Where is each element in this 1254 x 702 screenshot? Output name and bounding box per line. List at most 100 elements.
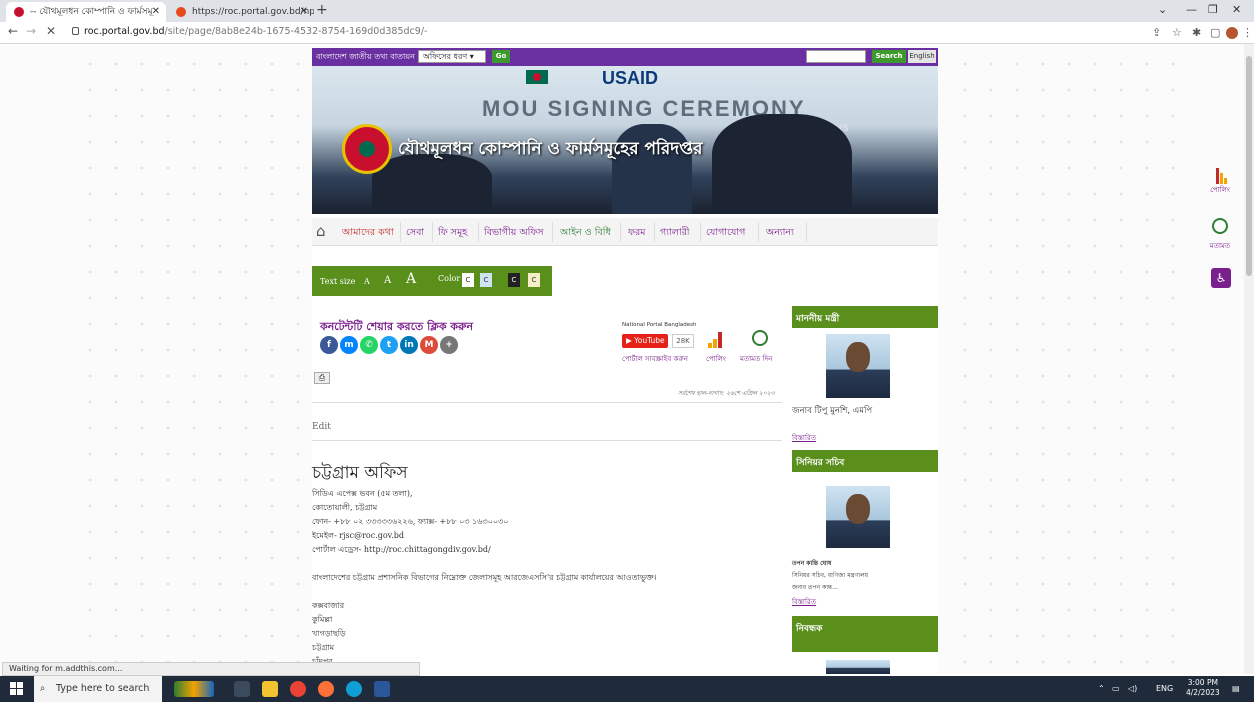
- english-button[interactable]: English: [908, 50, 936, 63]
- url-field[interactable]: roc.portal.gov.bd/site/page/8ab8e24b-167…: [84, 26, 427, 37]
- feedback-link[interactable]: মতামত দিন: [740, 353, 772, 365]
- tray-chevron-icon[interactable]: ⌃: [1098, 684, 1105, 693]
- browser-status-bar: Waiting for m.addthis.com...: [2, 662, 420, 676]
- firefox-icon[interactable]: [318, 681, 334, 697]
- minister-details-link[interactable]: বিস্তারিত: [792, 432, 816, 444]
- close-tab-icon[interactable]: ✕: [152, 2, 160, 22]
- menu-item-about[interactable]: আমাদের কথা: [342, 226, 394, 241]
- more-share-icon[interactable]: +: [440, 336, 458, 354]
- national-portal-label: National Portal Bangladesh: [622, 322, 697, 328]
- menu-kebab-icon[interactable]: ⋮: [1242, 26, 1253, 39]
- menu-item-fees[interactable]: ফি সমূহ: [438, 226, 467, 241]
- whatsapp-icon[interactable]: ✆: [360, 336, 378, 354]
- color-yellow-button[interactable]: C: [528, 273, 540, 287]
- twitter-icon[interactable]: t: [380, 336, 398, 354]
- district-item: কক্সবাজার: [312, 601, 345, 610]
- menu-item-contact[interactable]: যোগাযোগ: [706, 226, 745, 241]
- sidebar-toggle-icon[interactable]: ▢: [1210, 26, 1220, 39]
- last-updated: সর্বশেষ হাল-নাগাদ: ২৬শে এপ্রিল ২০২৩: [678, 390, 775, 397]
- extensions-icon[interactable]: ✱: [1192, 26, 1201, 39]
- taskbar-search-input[interactable]: ⌕ Type here to search: [34, 676, 162, 702]
- word-icon[interactable]: [374, 681, 390, 697]
- menu-divider: [758, 222, 759, 242]
- accessibility-bar: Text size A A A Color C C C C: [312, 266, 552, 296]
- task-view-icon[interactable]: [234, 681, 250, 697]
- office-type-select[interactable]: অফিসের ধরণ ▾: [418, 50, 486, 63]
- divider: [312, 440, 782, 441]
- secretary-details-link[interactable]: বিস্তারিত: [792, 596, 816, 608]
- network-icon[interactable]: ▭: [1112, 684, 1120, 693]
- menu-item-services[interactable]: সেবা: [406, 226, 424, 241]
- tab-search-icon[interactable]: ⌄: [1158, 3, 1167, 16]
- facebook-icon[interactable]: f: [320, 336, 338, 354]
- linkedin-icon[interactable]: in: [400, 336, 418, 354]
- site-title[interactable]: যৌথমূলধন কোম্পানি ও ফার্মসমূহের পরিদপ্তর: [398, 136, 702, 164]
- scroll-thumb[interactable]: [1246, 56, 1252, 276]
- search-button[interactable]: Search: [872, 50, 906, 63]
- go-button[interactable]: Go: [492, 50, 510, 63]
- volume-icon[interactable]: ◁): [1128, 684, 1137, 693]
- poll-link[interactable]: পোলিং: [706, 353, 726, 365]
- page-scrollbar[interactable]: [1244, 44, 1254, 674]
- news-widget-icon[interactable]: [174, 681, 214, 697]
- menu-item-divisional-offices[interactable]: বিভাগীয় অফিস: [484, 226, 544, 241]
- taskbar-clock[interactable]: 3:00 PM 4/2/2023: [1186, 678, 1220, 698]
- poll-icon[interactable]: [708, 332, 726, 348]
- text-size-label: Text size: [320, 277, 356, 286]
- home-icon[interactable]: ⌂: [316, 222, 326, 240]
- bookmark-star-icon[interactable]: ☆: [1172, 26, 1182, 39]
- minimize-icon[interactable]: —: [1186, 3, 1197, 16]
- page-title: চট্টগ্রাম অফিস: [312, 463, 408, 483]
- floating-feedback-widget[interactable]: মতামত: [1200, 218, 1240, 252]
- menu-item-laws[interactable]: আইন ও বিধি: [560, 226, 611, 241]
- stop-icon[interactable]: ✕: [46, 24, 56, 38]
- close-tab-icon[interactable]: ✕: [300, 2, 308, 22]
- file-explorer-icon[interactable]: [262, 681, 278, 697]
- menu-item-forms[interactable]: ফরম: [628, 226, 645, 241]
- feedback-icon[interactable]: [752, 330, 768, 346]
- floating-feedback-label: মতামত: [1209, 242, 1231, 250]
- color-blue-button[interactable]: C: [480, 273, 492, 287]
- floating-poll-widget[interactable]: পোলিং: [1200, 166, 1240, 196]
- text-size-small-button[interactable]: A: [364, 277, 370, 286]
- notifications-icon[interactable]: ▤: [1232, 684, 1240, 693]
- menu-item-others[interactable]: অন্যান্য: [766, 226, 794, 241]
- youtube-subscribe-button[interactable]: ▶ YouTube: [622, 334, 668, 348]
- edge-icon[interactable]: [346, 681, 362, 697]
- browser-tab-active[interactable]: -- যৌথমূলধন কোম্পানি ও ফার্মসমূ ✕: [6, 2, 166, 22]
- text-size-large-button[interactable]: A: [406, 271, 416, 287]
- government-seal-logo[interactable]: [342, 124, 392, 174]
- chrome-icon[interactable]: [290, 681, 306, 697]
- secretary-role: সিনিয়র সচিব, বাণিজ্য মন্ত্রণালয়: [792, 572, 869, 579]
- menu-divider: [700, 222, 701, 242]
- text-size-medium-button[interactable]: A: [384, 275, 391, 286]
- language-indicator[interactable]: ENG: [1156, 684, 1173, 693]
- divider: [312, 402, 782, 403]
- accessibility-icon[interactable]: ♿: [1211, 268, 1231, 288]
- menu-divider: [806, 222, 807, 242]
- edit-link[interactable]: Edit: [312, 422, 331, 432]
- tab-title: -- যৌথমূলধন কোম্পানি ও ফার্মসমূ: [30, 7, 153, 17]
- menu-item-gallery[interactable]: গ্যালারী: [660, 226, 690, 241]
- windows-start-icon[interactable]: [10, 682, 24, 696]
- site-favicon-icon: [14, 7, 24, 17]
- email-icon[interactable]: M: [420, 336, 438, 354]
- secretary-extra: জনাব তপন কান্ত...: [792, 584, 838, 591]
- close-window-icon[interactable]: ✕: [1232, 3, 1241, 16]
- new-tab-icon[interactable]: +: [316, 2, 328, 18]
- color-black-button[interactable]: C: [508, 273, 520, 287]
- browser-tab[interactable]: https://roc.portal.gov.bd/npfadn ✕: [168, 2, 314, 22]
- portal-subscribe-link[interactable]: পোর্টাল সাবস্ক্রাইব করুন: [622, 353, 688, 365]
- district-item: কুমিল্লা: [312, 615, 333, 624]
- search-input[interactable]: [806, 50, 866, 63]
- messenger-icon[interactable]: m: [340, 336, 358, 354]
- forward-icon[interactable]: →: [26, 24, 36, 38]
- color-white-button[interactable]: C: [462, 273, 474, 287]
- print-icon[interactable]: ⎙: [314, 372, 330, 384]
- share-icon[interactable]: ⇪: [1152, 26, 1161, 39]
- national-portal-label[interactable]: বাংলাদেশ জাতীয় তথ্য বাতায়ন: [316, 51, 415, 64]
- profile-avatar[interactable]: [1226, 27, 1238, 39]
- back-icon[interactable]: ←: [8, 24, 18, 38]
- district-item: খাগড়াছড়ি: [312, 629, 346, 638]
- maximize-icon[interactable]: ❐: [1208, 3, 1218, 16]
